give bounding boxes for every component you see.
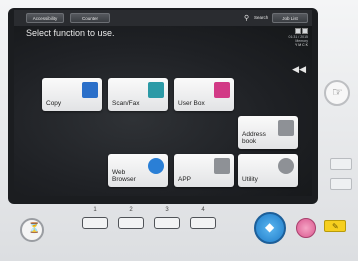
- status-square-icon: [295, 28, 302, 34]
- tile-label: Copy: [46, 100, 62, 107]
- keypad-key-1[interactable]: [82, 217, 108, 229]
- keypad-key-2[interactable]: [118, 217, 144, 229]
- power-button[interactable]: ⏳: [20, 218, 44, 242]
- job-list-button[interactable]: Job List: [272, 13, 308, 23]
- tile-copy[interactable]: Copy: [42, 78, 102, 111]
- side-key-menu[interactable]: [330, 158, 352, 170]
- tile-utility[interactable]: Utility: [238, 154, 298, 187]
- tile-label: Web Browser: [112, 169, 136, 183]
- page-title: Select function to use.: [26, 28, 115, 38]
- keypad-label: 1: [93, 207, 97, 213]
- start-button[interactable]: ◆: [254, 212, 286, 244]
- tile-label: Scan/Fax: [112, 100, 140, 107]
- app-icon: [214, 158, 230, 174]
- keypad-label: 4: [201, 207, 205, 213]
- side-key-back[interactable]: [330, 178, 352, 190]
- web-browser-icon: [148, 158, 164, 174]
- tile-scan-fax[interactable]: Scan/Fax: [108, 78, 168, 111]
- pencil-icon: ✎: [332, 222, 339, 231]
- power-icon: ⏳: [28, 223, 41, 234]
- keypad-label: 2: [129, 207, 133, 213]
- rewind-icon[interactable]: ◀◀: [292, 64, 306, 75]
- top-bar: Accessibility Counter ⚲ Search Job List: [14, 10, 312, 26]
- printer-control-panel: Accessibility Counter ⚲ Search Job List …: [0, 0, 358, 261]
- tile-label: APP: [178, 176, 192, 183]
- status-square-icon: [302, 28, 308, 34]
- counter-button[interactable]: Counter: [70, 13, 110, 23]
- touch-screen: Select function to use. 01:31 / 2015 Mem…: [14, 26, 312, 196]
- keypad-label: 3: [165, 207, 169, 213]
- search-icon: ⚲: [244, 15, 250, 22]
- tile-label: Utility: [242, 176, 258, 183]
- tile-app[interactable]: APP: [174, 154, 234, 187]
- nfc-reader: ☞: [324, 80, 350, 106]
- address-book-icon: [278, 120, 294, 136]
- nfc-icon: ☞: [332, 85, 343, 99]
- bottom-panel: ⏳ 1 2 3 4 ◆ ✎: [8, 206, 350, 254]
- tile-label: Address book: [242, 131, 266, 145]
- tile-web-browser[interactable]: Web Browser: [108, 154, 168, 187]
- access-button[interactable]: ✎: [324, 220, 346, 232]
- start-icon: ◆: [265, 220, 275, 234]
- tile-address-book[interactable]: Address book: [238, 116, 298, 149]
- stop-button[interactable]: [296, 218, 316, 238]
- accessibility-button[interactable]: Accessibility: [26, 13, 64, 23]
- search-label: Search: [254, 15, 269, 20]
- tile-label: User Box: [178, 100, 205, 107]
- keypad-key-3[interactable]: [154, 217, 180, 229]
- user-box-icon: [214, 82, 230, 98]
- toner-levels: Y M C K: [295, 43, 308, 47]
- tile-user-box[interactable]: User Box: [174, 78, 234, 111]
- copy-icon: [82, 82, 98, 98]
- status-area: 01:31 / 2015 Memory Y M C K: [246, 28, 308, 50]
- keypad-key-4[interactable]: [190, 217, 216, 229]
- scan-fax-icon: [148, 82, 164, 98]
- utility-icon: [278, 158, 294, 174]
